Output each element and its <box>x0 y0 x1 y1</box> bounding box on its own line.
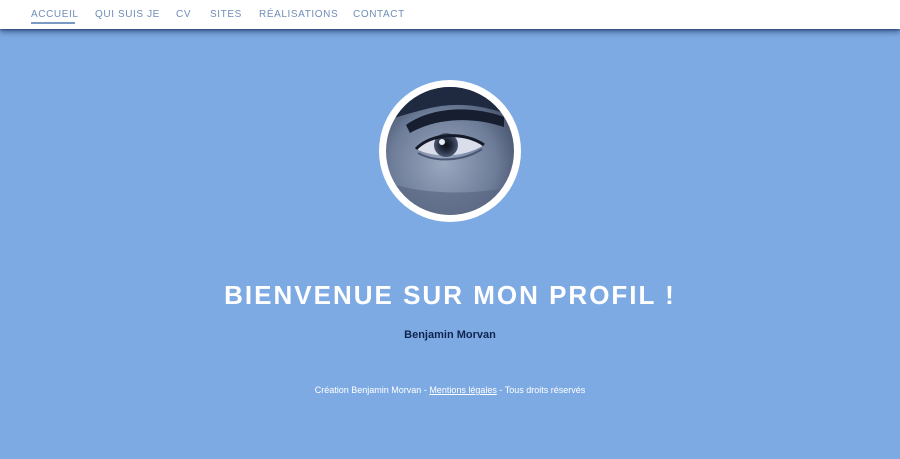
profile-avatar <box>386 87 514 215</box>
page-title: BIENVENUE SUR MON PROFIL ! <box>224 280 676 310</box>
legal-notice-link[interactable]: Mentions légales <box>429 385 497 395</box>
eye-photo-icon <box>386 87 514 215</box>
footer: Création Benjamin Morvan - Mentions léga… <box>0 385 900 395</box>
nav-item-qui-suis-je[interactable]: QUI SUIS JE <box>95 9 160 20</box>
active-nav-underline <box>31 22 75 24</box>
profile-avatar-ring <box>379 80 521 222</box>
author-name: Benjamin Morvan <box>404 329 496 341</box>
top-navigation-bar: ACCUEIL QUI SUIS JE CV SITES RÉALISATION… <box>0 0 900 29</box>
footer-credit: Création Benjamin Morvan - <box>314 385 430 395</box>
nav-item-contact[interactable]: CONTACT <box>353 9 405 20</box>
footer-rights: - Tous droits réservés <box>496 385 586 395</box>
nav-item-cv[interactable]: CV <box>176 9 191 20</box>
nav-item-accueil[interactable]: ACCUEIL <box>31 9 79 20</box>
nav-item-realisations[interactable]: RÉALISATIONS <box>259 9 338 20</box>
nav-item-sites[interactable]: SITES <box>210 9 242 20</box>
